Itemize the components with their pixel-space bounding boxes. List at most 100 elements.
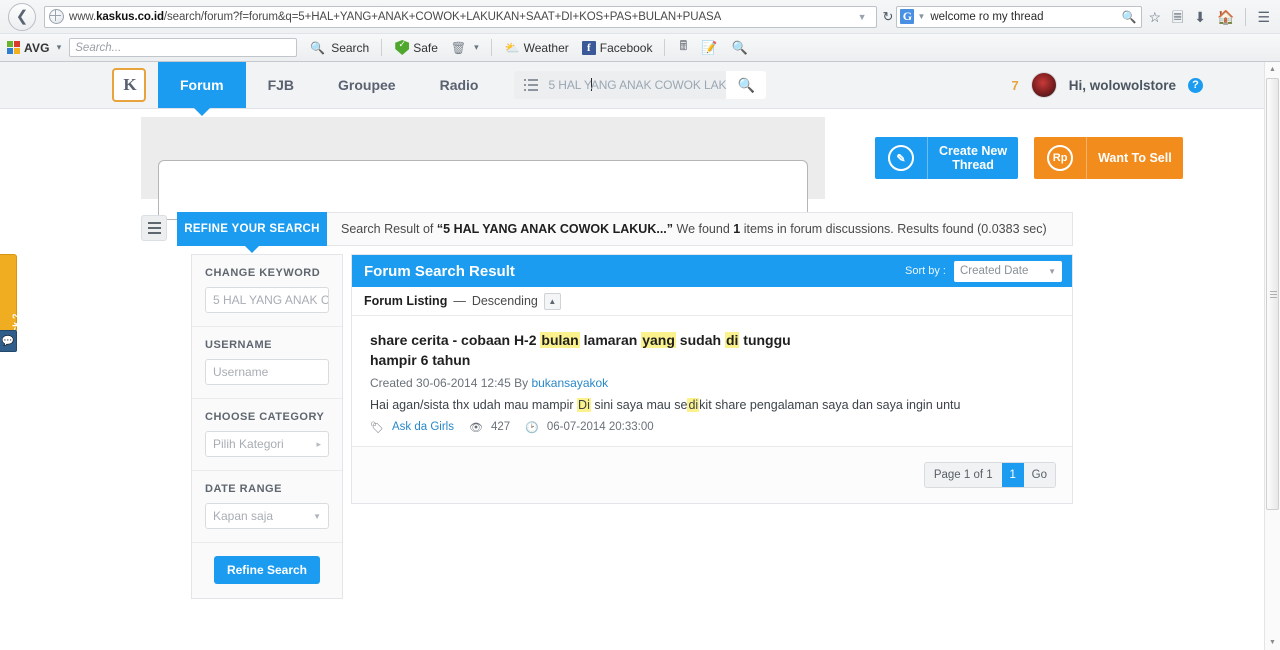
address-bar[interactable]: www.kaskus.co.id/search/forum?f=forum&q=… (44, 5, 877, 28)
magnifier-icon: 🔍 (310, 40, 326, 55)
want-to-sell-button[interactable]: Rp Want To Sell (1034, 137, 1183, 179)
reading-list-icon[interactable]: 🗏 (1172, 10, 1183, 24)
eye-icon: 👁 (468, 421, 483, 434)
home-icon[interactable]: 🏠 (1217, 10, 1234, 24)
refine-search-panel: CHANGE KEYWORD 5 HAL YANG ANAK C USERNAM… (191, 254, 343, 599)
nav-item-groupee[interactable]: Groupee (316, 62, 418, 108)
avg-trash-button[interactable]: 🗑 ▾ (451, 41, 479, 55)
site-search-button[interactable]: 🔍 (726, 71, 767, 99)
scrollbar-thumb[interactable] (1266, 78, 1279, 510)
kaskus-logo-icon[interactable]: K (112, 68, 146, 102)
tag-icon: 🏷 (370, 421, 384, 434)
result-title[interactable]: share cerita - cobaan H-2 bulan lamaran … (370, 330, 810, 371)
browser-url-row: ❮ www.kaskus.co.id/search/forum?f=forum&… (0, 0, 1280, 33)
date-range-value: Kapan saja (213, 509, 274, 523)
pagination-row: Page 1 of 1 1 Go (352, 446, 1072, 503)
site-search-input[interactable]: 5 HAL YANG ANAK COWOK LAK (548, 78, 726, 92)
avg-search-input[interactable]: Search... (69, 38, 298, 57)
browser-search-box[interactable]: G ▼ welcome ro my thread 🔍 (896, 5, 1143, 28)
cta-buttons: ✎ Create New Thread Rp Want To Sell (875, 137, 1183, 179)
help-icon[interactable]: ? (1188, 77, 1203, 93)
scroll-down-arrow-icon[interactable]: ▼ (1265, 635, 1280, 650)
change-keyword-input[interactable]: 5 HAL YANG ANAK C (205, 287, 329, 313)
avg-logo-icon (7, 41, 20, 54)
pencil-icon: ✎ (875, 137, 928, 179)
back-button[interactable]: ❮ (8, 2, 36, 31)
result-author-link[interactable]: bukansayakok (531, 376, 608, 390)
search-result-summary: Search Result of “5 HAL YANG ANAK COWOK … (327, 212, 1073, 246)
forum-listing-label: Forum Listing (364, 294, 448, 308)
page-go-button[interactable]: Go (1023, 462, 1055, 487)
avg-safe-label: Safe (413, 40, 438, 55)
hamburger-icon[interactable] (141, 215, 167, 241)
result-meta: Created 30-06-2014 12:45 By bukansayakok (370, 376, 1058, 390)
chevron-down-icon[interactable]: ▾ (57, 42, 62, 53)
avatar[interactable] (1030, 72, 1057, 98)
magnifier-icon[interactable]: 🔍 (1121, 10, 1136, 24)
nav-item-forum[interactable]: Forum (158, 62, 246, 116)
nav-items: Forum FJB Groupee Radio (158, 62, 501, 116)
forum-listing-row: Forum Listing — Descending ▲ (352, 287, 1072, 316)
nav-item-radio[interactable]: Radio (418, 62, 501, 108)
bookmark-star-icon[interactable]: ☆ (1148, 10, 1161, 24)
caret-up-icon[interactable]: ▲ (543, 292, 561, 310)
menu-icon[interactable]: ☰ (1257, 10, 1270, 24)
avg-safe-button[interactable]: Safe (395, 40, 438, 55)
date-range-select[interactable]: Kapan saja ▼ (205, 503, 329, 529)
feedback-widget-icon[interactable]: 💬 (0, 330, 17, 352)
browser-chrome: ❮ www.kaskus.co.id/search/forum?f=forum&… (0, 0, 1280, 62)
scroll-up-arrow-icon[interactable]: ▲ (1265, 62, 1280, 77)
refine-your-search-tab[interactable]: REFINE YOUR SEARCH (177, 212, 327, 253)
nav-user-area: 7 Hi, wolowolstore ? (1012, 62, 1266, 108)
reload-icon[interactable]: ↻ (883, 9, 894, 25)
nav-item-fjb[interactable]: FJB (246, 62, 316, 108)
chevron-right-icon: ▸ (316, 438, 321, 449)
banner-placeholder (141, 117, 825, 220)
sort-by-select[interactable]: Created Date ▼ (954, 260, 1062, 282)
result-footer: 🏷 Ask da Girls 👁 427 🕑 06-07-2014 20:33:… (370, 421, 1058, 434)
site-search-box[interactable]: 5 HAL YANG ANAK COWOK LAK 🔍 (514, 71, 767, 99)
sort-by-label: Sort by : (905, 265, 946, 277)
calculator-icon[interactable]: 🖩 (679, 37, 687, 59)
choose-category-select[interactable]: Pilih Kategori ▸ (205, 431, 329, 457)
browser-search-input[interactable]: welcome ro my thread (930, 11, 1121, 23)
change-keyword-value: 5 HAL YANG ANAK C (213, 293, 329, 307)
pagination: Page 1 of 1 1 Go (923, 461, 1056, 488)
refine-search-button[interactable]: Refine Search (213, 556, 321, 584)
google-logo-icon: G (900, 9, 915, 24)
search-folder-icon[interactable]: 🔍 (731, 40, 747, 56)
notepad-icon[interactable]: 📝 (701, 40, 717, 56)
refine-label-date-range: DATE RANGE (205, 483, 282, 495)
screenshot-root: ❮ www.kaskus.co.id/search/forum?f=forum&… (0, 0, 1280, 650)
chevron-down-icon[interactable]: ▼ (858, 12, 867, 22)
chevron-down-icon[interactable]: ▼ (917, 12, 925, 21)
create-new-thread-label: Create New Thread (939, 143, 1008, 172)
result-category-link[interactable]: Ask da Girls (392, 421, 454, 433)
create-new-thread-button[interactable]: ✎ Create New Thread (875, 137, 1019, 179)
username-input[interactable]: Username (205, 359, 329, 385)
toolbar-divider (381, 39, 383, 56)
avg-search-placeholder: Search... (75, 41, 122, 54)
user-greeting[interactable]: Hi, wolowolstore (1069, 78, 1176, 93)
avg-facebook-button[interactable]: f Facebook (581, 40, 652, 55)
rupiah-icon: Rp (1034, 137, 1088, 179)
notification-count[interactable]: 7 (1012, 78, 1019, 93)
refine-field-username: USERNAME Username (192, 327, 342, 399)
refine-field-choose-category: CHOOSE CATEGORY Pilih Kategori ▸ (192, 399, 342, 471)
downloads-icon[interactable]: ⬇ (1194, 10, 1206, 24)
avg-search-button[interactable]: 🔍 Search (310, 41, 369, 55)
avg-weather-button[interactable]: ⛅ Weather (505, 41, 569, 55)
clock-icon: 🕑 (525, 421, 539, 434)
page-number-current[interactable]: 1 (1001, 462, 1024, 487)
banner-inner-box (158, 160, 808, 220)
chevron-down-icon[interactable]: ▾ (474, 42, 479, 53)
username-placeholder: Username (213, 365, 269, 379)
page-viewport: Feedback ? 💬 K Forum FJB Groupee Radio 5… (0, 62, 1280, 650)
vertical-scrollbar[interactable]: ▲ ▼ (1264, 62, 1280, 650)
results-header: Forum Search Result Sort by : Created Da… (352, 255, 1072, 287)
weather-icon: ⛅ (504, 40, 520, 55)
list-icon[interactable] (524, 79, 539, 91)
sort-by-value: Created Date (960, 265, 1029, 277)
toolbar-divider (1245, 7, 1247, 26)
avg-brand[interactable]: AVG (7, 41, 50, 55)
